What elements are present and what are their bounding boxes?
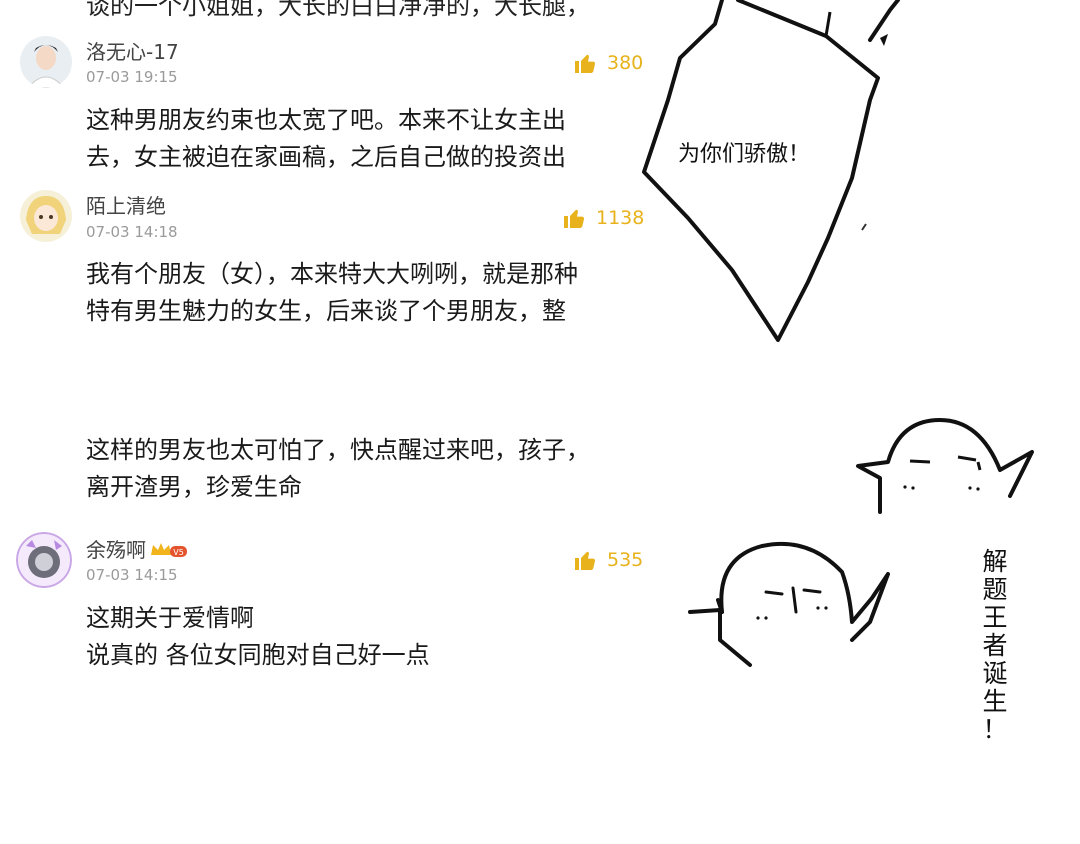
vertical-caption: 解 题 王 者 诞 生 ！	[980, 548, 1010, 744]
caption-char: 生	[982, 687, 1008, 716]
caption-char: 者	[982, 631, 1008, 660]
caption-char: 题	[982, 575, 1008, 604]
caption-char: 王	[982, 603, 1008, 632]
caption-char: 诞	[982, 659, 1008, 688]
bubble-text: 为你们骄傲！	[678, 142, 811, 167]
caption-char: 解	[982, 547, 1008, 576]
caption-char: ！	[982, 715, 1008, 744]
doodle-illustration	[642, 0, 1034, 667]
